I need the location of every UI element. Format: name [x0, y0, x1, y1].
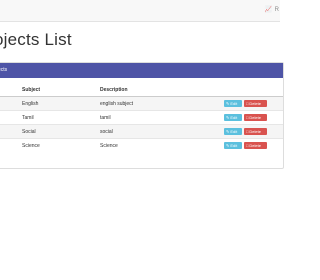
description-cell: tamil: [100, 110, 224, 125]
edit-button-label: Edit: [230, 129, 238, 134]
actions-cell: ✎Edit □Delete: [224, 96, 283, 111]
description-cell: Science: [100, 138, 224, 152]
pencil-icon: ✎: [226, 143, 230, 148]
delete-button-label: Delete: [249, 101, 261, 106]
page-title: ojects List: [0, 30, 72, 49]
description-cell: english subject: [100, 96, 224, 111]
delete-button[interactable]: □Delete: [244, 114, 267, 121]
table-row: Social social ✎Edit □Delete: [0, 124, 283, 139]
delete-button-label: Delete: [249, 143, 261, 148]
edit-button-label: Edit: [230, 101, 238, 106]
pencil-icon: ✎: [226, 115, 230, 120]
delete-button[interactable]: □Delete: [244, 100, 267, 107]
header-subject: Subject: [22, 83, 100, 97]
edit-button[interactable]: ✎Edit: [224, 114, 242, 121]
row-index-cell: [0, 138, 22, 152]
delete-button-label: Delete: [249, 129, 261, 134]
edit-button[interactable]: ✎Edit: [224, 142, 242, 149]
actions-cell: ✎Edit □Delete: [224, 138, 283, 152]
header-index: [0, 83, 22, 97]
row-index-cell: [0, 124, 22, 139]
delete-button[interactable]: □Delete: [244, 142, 267, 149]
panel-heading-label: ects: [0, 67, 8, 73]
table-row: English english subject ✎Edit □Delete: [0, 96, 283, 111]
header-description: Description: [100, 83, 224, 97]
subjects-table: Subject Description English english subj…: [0, 83, 283, 152]
chart-icon: 📈: [264, 7, 272, 13]
edit-button[interactable]: ✎Edit: [224, 100, 242, 107]
actions-cell: ✎Edit □Delete: [224, 110, 283, 125]
row-index-cell: [0, 110, 22, 125]
subject-cell: Tamil: [22, 110, 100, 125]
edit-button-label: Edit: [230, 143, 238, 148]
top-nav-link-label: R: [274, 7, 279, 13]
pencil-icon: ✎: [226, 101, 230, 106]
header-actions: [224, 83, 283, 97]
panel-heading: ects: [0, 63, 283, 78]
table-row: Tamil tamil ✎Edit □Delete: [0, 110, 283, 125]
delete-button[interactable]: □Delete: [244, 128, 267, 135]
pencil-icon: ✎: [226, 129, 230, 134]
subject-cell: Social: [22, 124, 100, 139]
delete-button-label: Delete: [249, 115, 261, 120]
row-index-cell: [0, 96, 22, 111]
subject-cell: Science: [22, 138, 100, 152]
edit-button-label: Edit: [230, 115, 238, 120]
table-row: Science Science ✎Edit □Delete: [0, 138, 283, 152]
edit-button[interactable]: ✎Edit: [224, 128, 242, 135]
top-nav-link[interactable]: 📈 R: [265, 6, 280, 13]
subject-cell: English: [22, 96, 100, 111]
subjects-panel: ects Subject Description English english…: [0, 62, 284, 169]
table-header-row: Subject Description: [0, 83, 283, 97]
description-cell: social: [100, 124, 224, 139]
top-navbar: 📈 R: [0, 0, 280, 22]
actions-cell: ✎Edit □Delete: [224, 124, 283, 139]
